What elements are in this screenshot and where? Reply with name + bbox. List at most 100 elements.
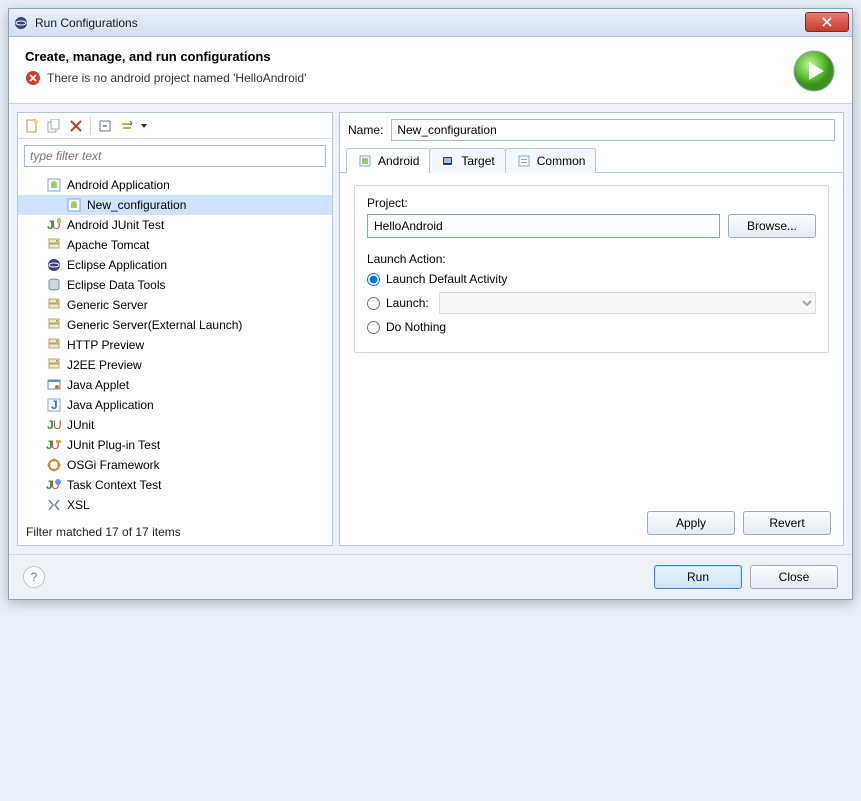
tree-item-label: Eclipse Data Tools: [67, 278, 166, 292]
tree-item-label: Android JUnit Test: [67, 218, 164, 232]
header-title: Create, manage, and run configurations: [25, 49, 792, 64]
project-label: Project:: [367, 196, 816, 210]
error-icon: [25, 70, 41, 86]
tree-item[interactable]: XSL: [18, 495, 332, 515]
eclipse-icon: [13, 15, 29, 31]
filter-config-button[interactable]: [117, 116, 137, 136]
tree-item-label: Task Context Test: [67, 478, 162, 492]
config-editor-panel: Name: Android Target Common: [339, 112, 844, 546]
tabs: Android Target Common: [340, 147, 843, 173]
tree-item[interactable]: JU JUnit: [18, 415, 332, 435]
tree-item-label: Eclipse Application: [67, 258, 167, 272]
tree-item[interactable]: Apache Tomcat: [18, 235, 332, 255]
task-icon: JU: [46, 477, 62, 493]
svg-text:J: J: [51, 398, 58, 412]
svg-text:U: U: [53, 418, 62, 432]
new-config-button[interactable]: [22, 116, 42, 136]
tree-item[interactable]: J Java Application: [18, 395, 332, 415]
server-icon: [46, 357, 62, 373]
tree-item[interactable]: J2EE Preview: [18, 355, 332, 375]
tree-item[interactable]: JU Task Context Test: [18, 475, 332, 495]
junit-plugin-icon: JU: [46, 437, 62, 453]
tree-item-label: HTTP Preview: [67, 338, 144, 352]
tree-item-label: Generic Server: [67, 298, 148, 312]
server-icon: [46, 237, 62, 253]
config-name-input[interactable]: [391, 119, 835, 141]
server-icon: [46, 337, 62, 353]
launch-default-radio[interactable]: [367, 273, 380, 286]
filter-status: Filter matched 17 of 17 items: [18, 519, 332, 545]
android-tab-group: Project: Browse... Launch Action: Launch…: [354, 185, 829, 353]
tree-item-label: New_configuration: [87, 198, 186, 212]
config-toolbar: [18, 113, 332, 139]
java-app-icon: J: [46, 397, 62, 413]
tree-item[interactable]: OSGi Framework: [18, 455, 332, 475]
browse-project-button[interactable]: Browse...: [728, 214, 816, 238]
collapse-all-button[interactable]: [95, 116, 115, 136]
close-button[interactable]: Close: [750, 565, 838, 589]
revert-button[interactable]: Revert: [743, 511, 831, 535]
dialog-footer: ? Run Close: [9, 554, 852, 599]
tree-item-label: XSL: [67, 498, 90, 512]
name-label: Name:: [348, 123, 383, 137]
close-window-button[interactable]: [805, 12, 849, 32]
junit-icon: JU: [46, 417, 62, 433]
target-tab-icon: [440, 153, 456, 169]
launch-activity-label: Launch:: [386, 296, 429, 310]
dialog-header: Create, manage, and run configurations T…: [9, 37, 852, 104]
launch-action-label: Launch Action:: [367, 252, 816, 266]
tree-item[interactable]: Java Applet: [18, 375, 332, 395]
configurations-panel: Android Application New_configuration JU An…: [17, 112, 333, 546]
android-icon: [46, 177, 62, 193]
delete-config-button[interactable]: [66, 116, 86, 136]
project-input[interactable]: [367, 214, 720, 238]
titlebar: Run Configurations: [9, 9, 852, 37]
tree-item-label: Java Applet: [67, 378, 129, 392]
tree-item-label: Java Application: [67, 398, 154, 412]
help-button[interactable]: ?: [23, 566, 45, 588]
database-icon: [46, 277, 62, 293]
android-tab-icon: [357, 153, 373, 169]
tree-item[interactable]: JU Android JUnit Test: [18, 215, 332, 235]
android-icon: [66, 197, 82, 213]
tree-item-label: Apache Tomcat: [67, 238, 150, 252]
launch-default-label: Launch Default Activity: [386, 272, 507, 286]
tree-item-label: JUnit Plug-in Test: [67, 438, 160, 452]
tab-android[interactable]: Android: [346, 148, 430, 173]
window-title: Run Configurations: [35, 16, 138, 30]
tree-item-label: Android Application: [67, 178, 170, 192]
tab-target[interactable]: Target: [429, 148, 505, 173]
eclipse-icon: [46, 257, 62, 273]
toolbar-dropdown-icon[interactable]: [139, 116, 149, 136]
toolbar-separator: [90, 117, 91, 135]
do-nothing-radio[interactable]: [367, 321, 380, 334]
junit-android-icon: JU: [46, 217, 62, 233]
config-tree[interactable]: Android Application New_configuration JU An…: [18, 171, 332, 519]
server-icon: [46, 297, 62, 313]
apply-button[interactable]: Apply: [647, 511, 735, 535]
launch-activity-select[interactable]: [439, 292, 816, 314]
tree-item[interactable]: New_configuration: [18, 195, 332, 215]
tree-item[interactable]: Generic Server: [18, 295, 332, 315]
do-nothing-label: Do Nothing: [386, 320, 446, 334]
error-message: There is no android project named 'Hello…: [47, 71, 306, 85]
server-icon: [46, 317, 62, 333]
launch-activity-radio[interactable]: [367, 297, 380, 310]
tab-common[interactable]: Common: [505, 148, 597, 173]
tree-item-label: JUnit: [67, 418, 94, 432]
tree-item-label: Generic Server(External Launch): [67, 318, 242, 332]
duplicate-config-button[interactable]: [44, 116, 64, 136]
tree-item[interactable]: JU JUnit Plug-in Test: [18, 435, 332, 455]
filter-input[interactable]: [24, 145, 326, 167]
common-tab-icon: [516, 153, 532, 169]
tree-item[interactable]: HTTP Preview: [18, 335, 332, 355]
tree-item[interactable]: Eclipse Application: [18, 255, 332, 275]
tree-item-label: J2EE Preview: [67, 358, 142, 372]
run-button[interactable]: Run: [654, 565, 742, 589]
tree-item-label: OSGi Framework: [67, 458, 160, 472]
xsl-icon: [46, 497, 62, 513]
tree-item[interactable]: Android Application: [18, 175, 332, 195]
applet-icon: [46, 377, 62, 393]
tree-item[interactable]: Eclipse Data Tools: [18, 275, 332, 295]
tree-item[interactable]: Generic Server(External Launch): [18, 315, 332, 335]
